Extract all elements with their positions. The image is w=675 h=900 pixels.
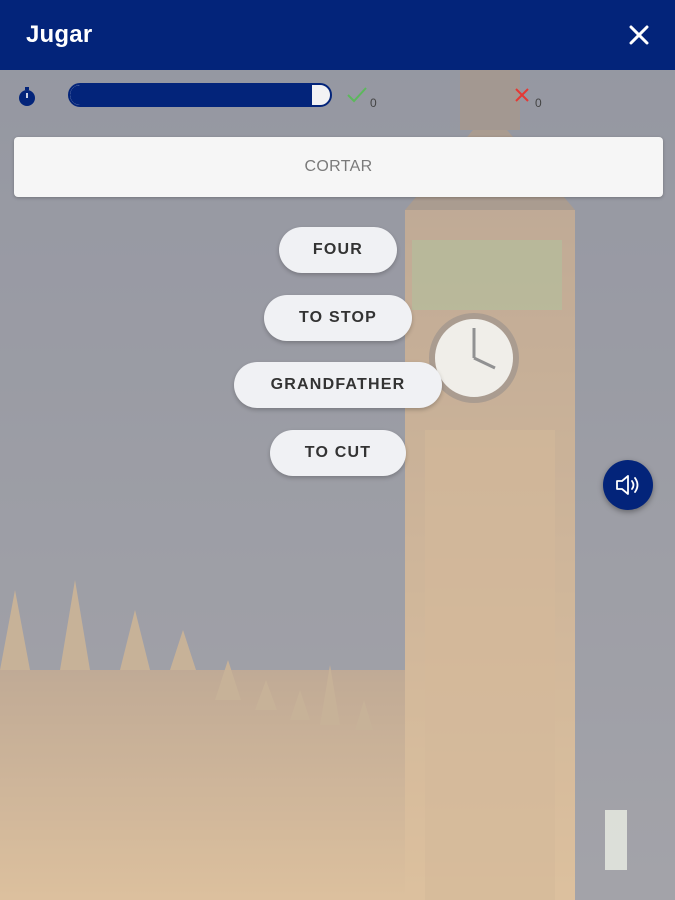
time-progress-fill (70, 85, 312, 105)
play-audio-button[interactable] (603, 460, 653, 510)
prompt-word-card: CORTAR (14, 137, 663, 197)
answer-option-to-stop[interactable]: TO STOP (264, 295, 412, 341)
answer-option-four[interactable]: FOUR (279, 227, 397, 273)
wrong-count: 0 (535, 96, 542, 110)
stopwatch-icon (19, 87, 35, 106)
close-button[interactable] (625, 21, 653, 49)
prompt-word: CORTAR (304, 158, 373, 175)
close-icon (629, 25, 649, 45)
app-header: Jugar (0, 0, 675, 70)
time-progress-bar (68, 83, 332, 107)
cross-icon (515, 88, 529, 102)
check-icon (347, 87, 367, 103)
page-title: Jugar (26, 21, 93, 48)
status-bar: 0 0 (0, 78, 675, 114)
answer-option-to-cut[interactable]: TO CUT (270, 430, 406, 476)
correct-count: 0 (370, 96, 377, 110)
answer-option-grandfather[interactable]: GRANDFATHER (234, 362, 442, 408)
speaker-icon (616, 475, 639, 495)
